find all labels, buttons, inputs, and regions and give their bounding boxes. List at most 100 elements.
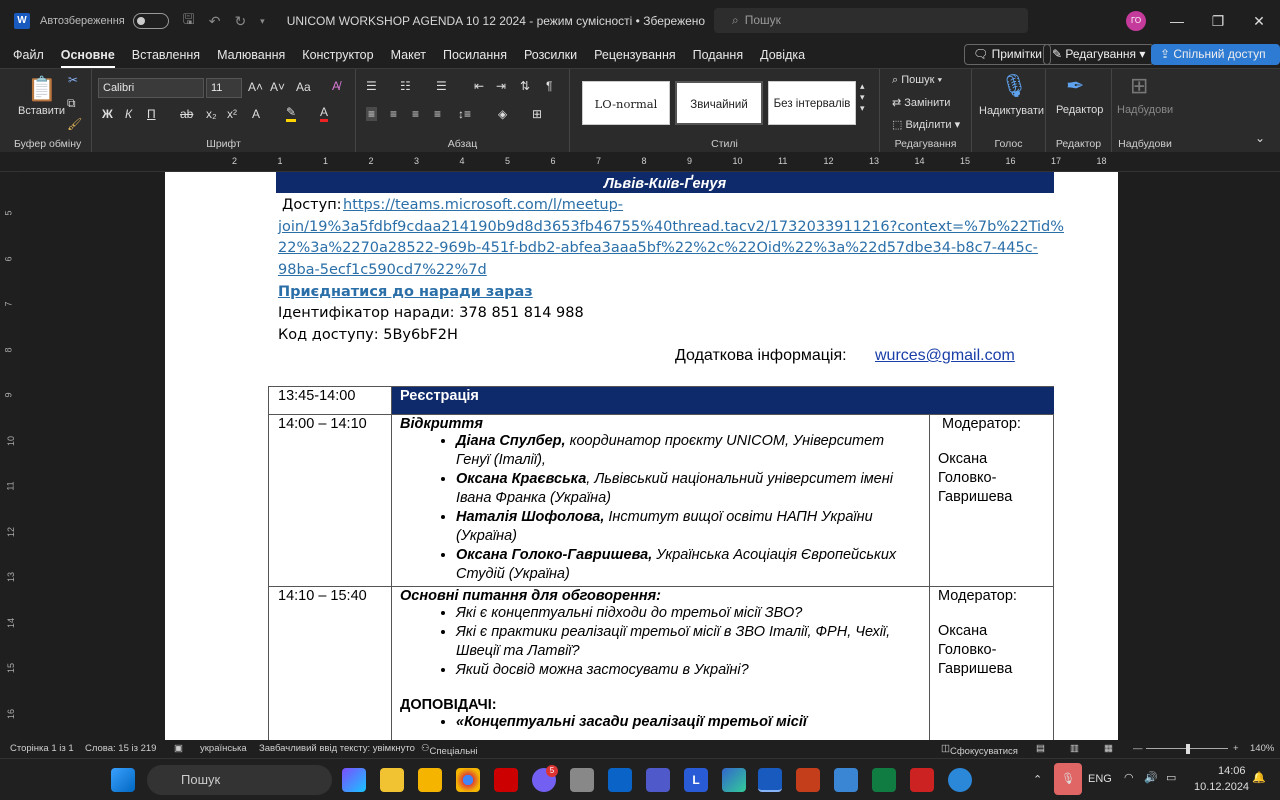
increase-indent-icon[interactable]: ⇥ [496,79,506,93]
extra-info-email[interactable]: wurces@gmail.com [875,347,1015,365]
decrease-indent-icon[interactable]: ⇤ [474,79,484,93]
photos-icon[interactable] [834,768,858,792]
underline-icon[interactable]: П [147,107,156,121]
redo-icon[interactable]: ↻ [234,13,246,30]
join-meeting-link[interactable]: Приєднатися до наради зараз [278,284,533,300]
cut-icon[interactable]: ✂ [68,73,78,87]
tab-layout[interactable]: Макет [391,42,426,68]
l-app-icon[interactable]: L [684,768,708,792]
restore-button[interactable]: ❐ [1198,0,1238,42]
help-icon[interactable] [948,768,972,792]
undo-icon[interactable]: ↶ [209,13,221,30]
text-effects-icon[interactable]: A [252,107,260,121]
calendar-app-icon[interactable] [910,768,934,792]
dictate-button[interactable]: Надиктувати [979,105,1044,117]
vertical-ruler[interactable]: 567891011121314151617 [0,172,20,764]
shrink-font-icon[interactable]: A˅ [270,80,285,94]
chrome-icon[interactable] [456,768,480,792]
input-language[interactable]: ENG [1088,773,1112,785]
horizontal-ruler[interactable]: 2 1 1 2 3 4 5 6 7 8 9 10 11 12 13 14 15 16 17 18 [0,152,1280,172]
addins-button[interactable]: Надбудови [1117,104,1173,116]
bullets-icon[interactable]: ☰ [366,79,377,93]
search-input[interactable]: ⌕ Пошук [714,8,1028,33]
show-marks-icon[interactable]: ¶ [546,79,552,93]
mic-active-icon[interactable]: 🎙 [1054,763,1082,795]
document-page[interactable]: Львів-Київ-Ґенуя Доступ: https://teams.m… [165,172,1118,740]
widgets-icon[interactable] [380,768,404,792]
italic-icon[interactable]: К [125,107,132,121]
justify-icon[interactable]: ≡ [434,107,441,121]
share-button[interactable]: ⇪ Спільний доступ ▾ [1151,44,1280,80]
text-predictions[interactable]: Завбачливий ввід тексту: увімкнуто [259,743,415,754]
edge-icon[interactable] [722,768,746,792]
style-normal[interactable]: Звичайний [675,81,763,125]
microphone-icon[interactable]: 🎙 [1000,73,1028,99]
excel-icon[interactable] [872,768,896,792]
shading-icon[interactable]: ◈ [498,107,507,121]
read-mode-icon[interactable]: ▤ [1036,743,1045,754]
editing-mode-button[interactable]: ✎ Редагування ▾ [1043,44,1155,65]
battery-icon[interactable]: ▭ [1166,771,1176,784]
teams-icon[interactable] [646,768,670,792]
word-count[interactable]: Слова: 15 із 219 [85,743,156,754]
proofing-icon[interactable]: ▣ [174,743,183,754]
tab-insert[interactable]: Вставлення [132,42,200,68]
tray-overflow-icon[interactable]: ⌃ [1033,773,1042,786]
superscript-icon[interactable]: x² [227,107,237,121]
wifi-icon[interactable]: ◠ [1124,771,1134,784]
acrobat-icon[interactable] [494,768,518,792]
font-color-icon[interactable]: A [320,105,329,122]
collapse-ribbon-icon[interactable]: ⌄ [1255,131,1265,145]
volume-icon[interactable]: 🔊 [1144,771,1158,784]
avatar[interactable]: ГО [1126,11,1146,31]
paste-icon[interactable]: 📋 [27,75,57,104]
find-button[interactable]: ⌕ Пошук ▾ [892,74,942,87]
zoom-level[interactable]: 140% [1250,743,1274,754]
focus-mode-button[interactable]: ◫ Сфокусуватися [941,743,1018,757]
addins-icon[interactable]: ⊞ [1130,73,1148,99]
zoom-in-icon[interactable]: + [1233,743,1239,754]
tab-design[interactable]: Конструктор [302,42,373,68]
powerpoint-icon[interactable] [796,768,820,792]
align-left-icon[interactable]: ≡ [366,107,378,121]
start-icon[interactable] [111,768,135,792]
page-count[interactable]: Сторінка 1 із 1 [10,743,74,754]
tab-home[interactable]: Основне [60,42,115,68]
document-canvas[interactable]: Львів-Київ-Ґенуя Доступ: https://teams.m… [20,172,1280,740]
multilevel-list-icon[interactable]: ☰ [436,79,447,93]
notifications-icon[interactable]: 🔔 [1252,771,1266,784]
comments-button[interactable]: 🗨 Примітки [964,44,1051,65]
tab-file[interactable]: Файл [13,42,44,68]
zoom-out-icon[interactable]: — [1133,743,1143,754]
file-explorer-icon[interactable] [418,768,442,792]
align-right-icon[interactable]: ≡ [412,107,419,121]
editor-icon[interactable]: ✒ [1066,73,1084,99]
line-spacing-icon[interactable]: ↕≡ [458,107,471,121]
strikethrough-icon[interactable]: ab [180,107,193,121]
zoom-slider-thumb[interactable] [1186,744,1190,754]
borders-icon[interactable]: ⊞ [532,107,542,121]
document-title[interactable]: UNICOM WORKSHOP AGENDA 10 12 2024 - режи… [287,14,705,28]
customize-toolbar-icon[interactable]: ▾ [260,16,265,27]
teams-link-line-1[interactable]: https://teams.microsoft.com/l/meetup- [343,197,623,213]
save-icon[interactable]: 🖫 [183,9,195,33]
styles-scroll-icon[interactable]: ▴ ▾ ▾ [860,81,865,114]
style-lo-normal[interactable]: LO-normal [582,81,670,125]
subscript-icon[interactable]: x₂ [206,107,217,121]
sort-icon[interactable]: ⇅ [520,79,530,93]
tab-view[interactable]: Подання [693,42,743,68]
web-layout-icon[interactable]: ▦ [1104,743,1113,754]
highlight-icon[interactable]: ✎ [286,105,297,122]
change-case-icon[interactable]: Aa [296,80,311,94]
bold-icon[interactable]: Ж [102,107,113,121]
numbering-icon[interactable]: ☷ [400,79,411,93]
grow-font-icon[interactable]: A˄ [248,80,263,94]
teams-link-line-3[interactable]: 22%3a%2270a28522-969b-451f-bdb2-abfea3aa… [278,240,1038,256]
teams-link-line-2[interactable]: join/19%3a5fdbf9cdaa214190b9d8d3653fb467… [278,219,1064,235]
tab-help[interactable]: Довідка [760,42,805,68]
clear-formatting-icon[interactable]: A̸ [332,79,340,93]
copilot-icon[interactable] [342,768,366,792]
font-size-select[interactable]: 11 [206,78,242,98]
align-center-icon[interactable]: ≡ [390,107,397,121]
word-icon[interactable] [758,768,782,792]
